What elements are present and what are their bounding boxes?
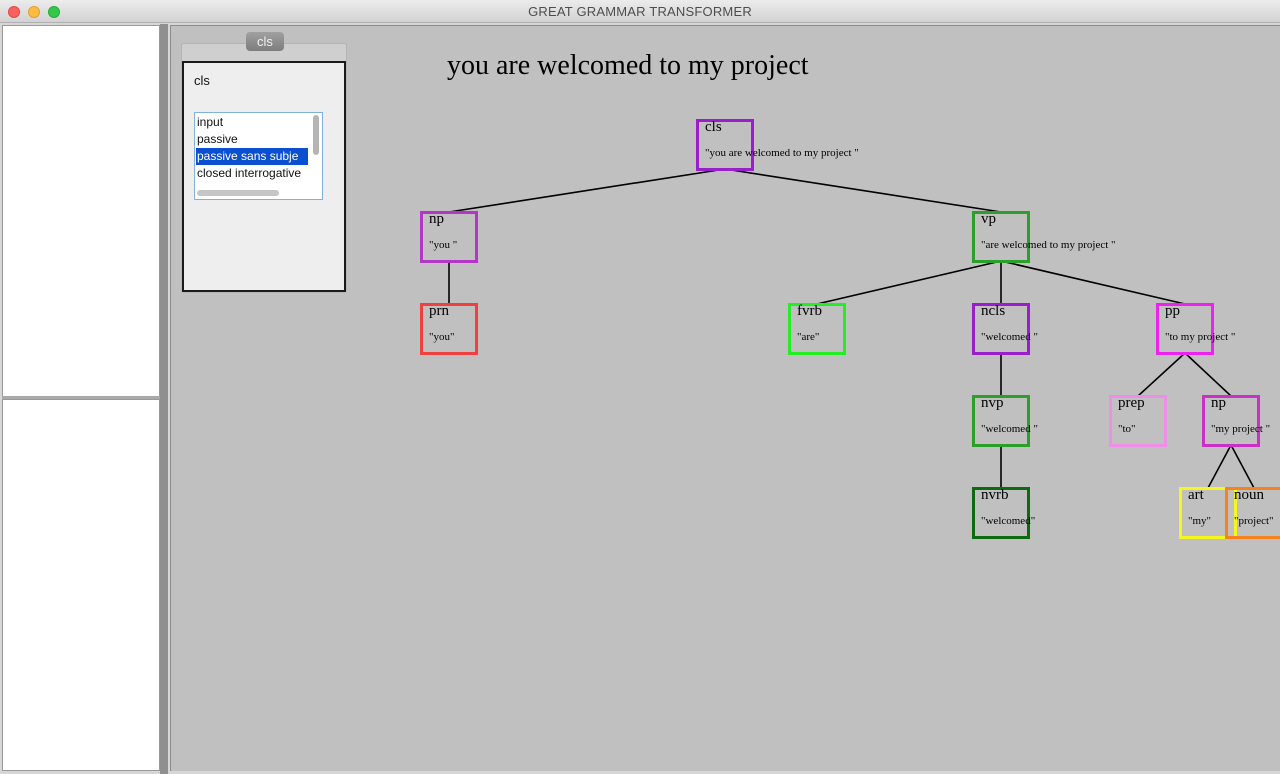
title-bar: GREAT GRAMMAR TRANSFORMER [0, 0, 1280, 23]
tree-node-prn[interactable]: prn "you" [420, 303, 478, 355]
tree-canvas: cls cls input passive passive sans subje cl… [170, 25, 1280, 771]
node-label: nvrb [981, 487, 1009, 503]
tree-node-pp[interactable]: pp "to my project " [1156, 303, 1235, 355]
left-top-pane[interactable] [2, 25, 160, 397]
node-text: "you" [429, 331, 455, 343]
node-text: "my project " [1211, 423, 1271, 435]
tree-node-fvrb[interactable]: fvrb "are" [788, 303, 846, 355]
node-label: prep [1118, 395, 1145, 411]
tree-node-prep[interactable]: prep "to" [1109, 395, 1167, 447]
node-label: noun [1234, 487, 1264, 503]
node-text: "welcomed " [981, 423, 1038, 435]
tree-node-vp[interactable]: vp "are welcomed to my project " [972, 211, 1116, 263]
node-text: "my" [1188, 515, 1212, 527]
tree-edge-np2-noun [1230, 444, 1255, 489]
node-label: fvrb [797, 303, 822, 319]
tree-node-np1[interactable]: np "you " [420, 211, 478, 263]
node-text: "welcomed " [981, 331, 1038, 343]
node-label: vp [981, 211, 996, 227]
tree-edge-pp-np2 [1184, 352, 1232, 397]
tree-node-noun[interactable]: noun "project" [1225, 487, 1280, 539]
left-bottom-pane[interactable] [2, 399, 160, 771]
vertical-split-divider[interactable] [160, 24, 169, 774]
node-text: "to" [1118, 423, 1136, 435]
tree-edge-pp-prep [1137, 352, 1186, 397]
tree-node-cls[interactable]: cls "you are welcomed to my project " [696, 119, 859, 171]
tree-edge-vp-pp [1000, 260, 1186, 305]
node-text: "are" [797, 331, 820, 343]
node-text: "to my project " [1165, 331, 1236, 343]
node-label: pp [1165, 303, 1180, 319]
tree-node-np2[interactable]: np "my project " [1202, 395, 1270, 447]
node-label: np [429, 211, 444, 227]
node-label: ncls [981, 303, 1006, 319]
tree-edge-np2-art [1207, 444, 1232, 489]
tree-node-ncls[interactable]: ncls "welcomed " [972, 303, 1038, 355]
node-text: "are welcomed to my project " [981, 239, 1116, 251]
node-text: "you " [429, 239, 458, 251]
tree-edge-vp-fvrb [816, 260, 1002, 305]
node-label: np [1211, 395, 1226, 411]
window-title: GREAT GRAMMAR TRANSFORMER [528, 4, 752, 19]
node-label: art [1188, 487, 1204, 503]
node-text: "welcomed" [981, 515, 1036, 527]
node-label: prn [429, 303, 449, 319]
tree-node-nvrb[interactable]: nvrb "welcomed" [972, 487, 1035, 539]
tree-edge-cls-vp [724, 168, 1002, 213]
node-text: "project" [1234, 515, 1274, 527]
node-label: cls [705, 119, 722, 135]
node-text: "you are welcomed to my project " [705, 147, 859, 159]
node-label: nvp [981, 395, 1004, 411]
tree-node-nvp[interactable]: nvp "welcomed " [972, 395, 1038, 447]
tree-edge-cls-np1 [448, 168, 726, 213]
